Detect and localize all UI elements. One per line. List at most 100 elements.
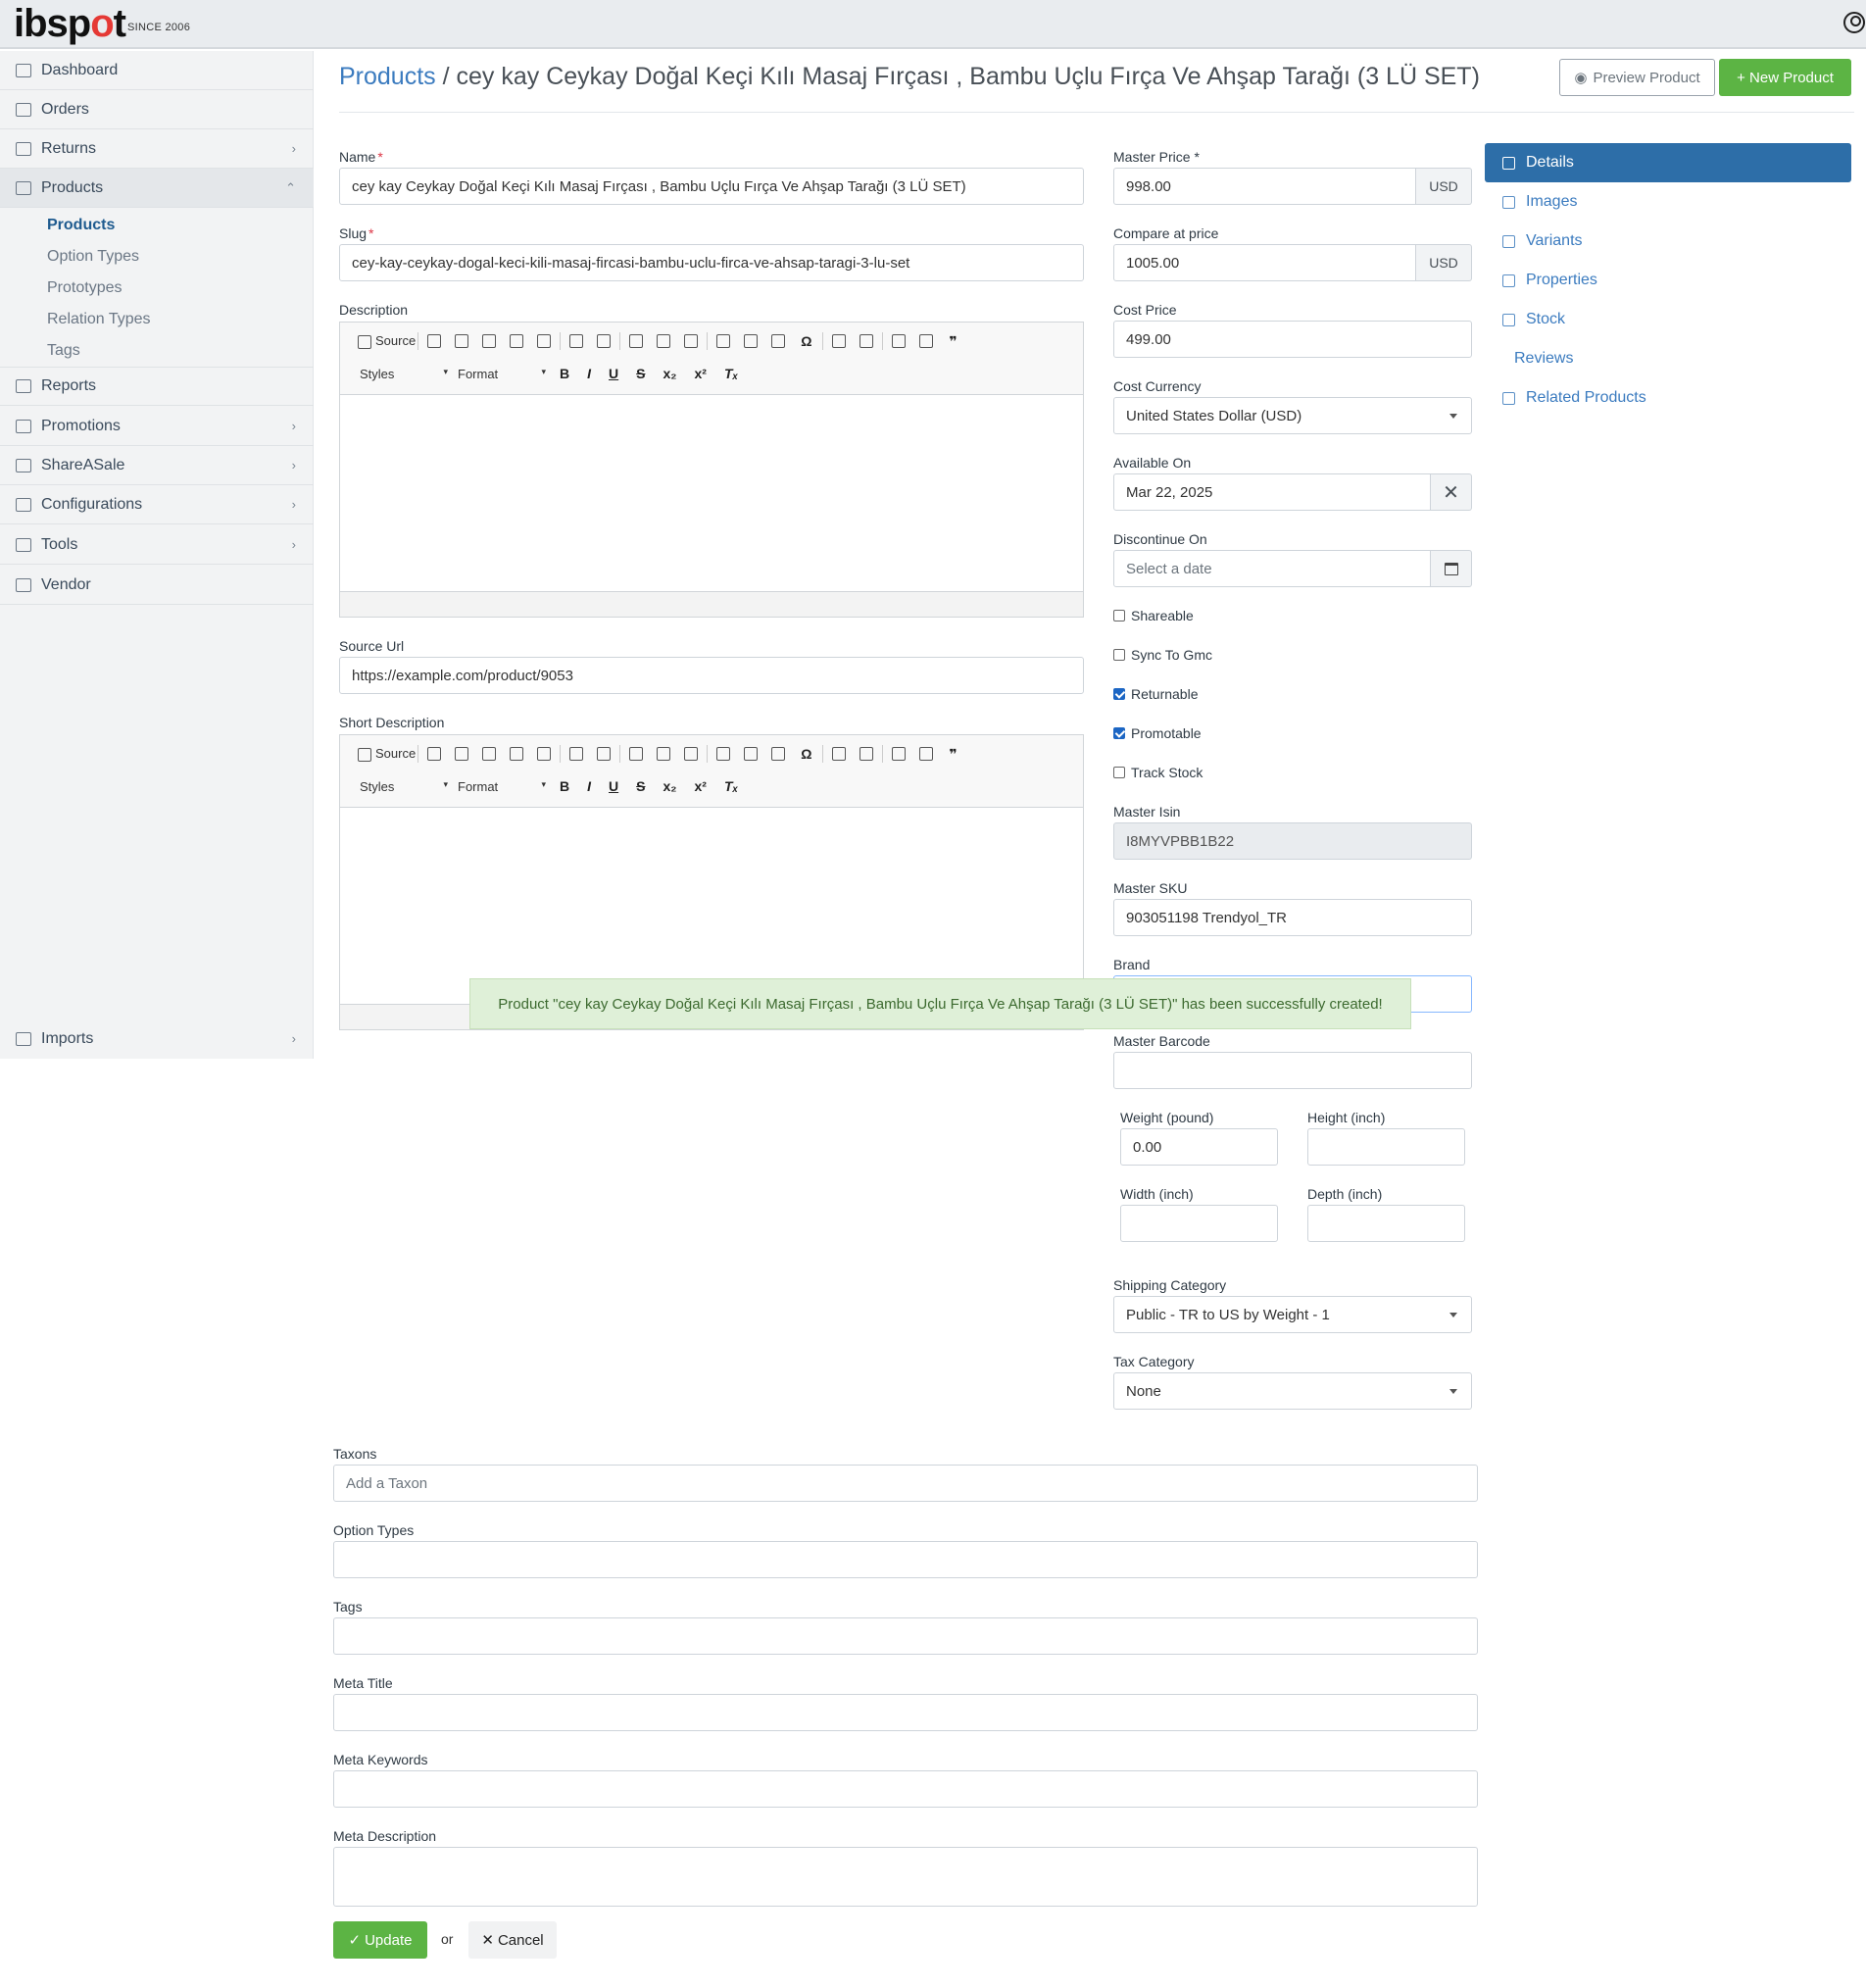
- master-barcode-input[interactable]: [1113, 1052, 1472, 1089]
- paste-word-icon[interactable]: [537, 747, 552, 761]
- sidebar-item-imports[interactable]: Imports ›: [0, 1019, 314, 1059]
- sidebar-item-dashboard[interactable]: Dashboard: [0, 51, 314, 90]
- numbered-list-icon[interactable]: [832, 334, 847, 348]
- sidebar-item-products[interactable]: Products ⌃: [0, 169, 314, 208]
- source-url-input[interactable]: https://example.com/product/9053: [339, 657, 1084, 694]
- compare-price-input[interactable]: 1005.00: [1113, 244, 1416, 281]
- tab-stock[interactable]: Stock: [1485, 300, 1851, 339]
- styles-dropdown[interactable]: Styles ▾: [360, 779, 448, 794]
- indent-icon[interactable]: [919, 747, 934, 761]
- calendar-icon[interactable]: [1431, 550, 1472, 587]
- italic-icon[interactable]: I: [587, 778, 591, 794]
- blockquote-icon[interactable]: ❞: [949, 333, 957, 350]
- bold-icon[interactable]: B: [560, 366, 569, 381]
- master-price-input[interactable]: 998.00: [1113, 168, 1416, 205]
- redo-icon[interactable]: [597, 747, 612, 761]
- bold-icon[interactable]: B: [560, 778, 569, 794]
- master-sku-input[interactable]: 903051198 Trendyol_TR: [1113, 899, 1472, 936]
- option-types-input[interactable]: [333, 1541, 1478, 1578]
- tab-properties[interactable]: Properties: [1485, 261, 1851, 300]
- paste-text-icon[interactable]: [510, 334, 524, 348]
- cut-icon[interactable]: [427, 334, 442, 348]
- paste-icon[interactable]: [482, 334, 497, 348]
- tab-images[interactable]: Images: [1485, 182, 1851, 222]
- link-icon[interactable]: [629, 334, 644, 348]
- image-icon[interactable]: [716, 334, 731, 348]
- undo-icon[interactable]: [569, 334, 584, 348]
- ibspot-logo[interactable]: ibspot: [14, 2, 126, 45]
- sidebar-item-promotions[interactable]: Promotions ›: [0, 407, 314, 446]
- depth-input[interactable]: [1307, 1205, 1465, 1242]
- cost-currency-select[interactable]: United States Dollar (USD): [1113, 397, 1472, 434]
- subscript-icon[interactable]: x₂: [663, 366, 676, 381]
- update-button[interactable]: ✓ Update: [333, 1921, 427, 1959]
- sidebar-sub-products[interactable]: Products: [47, 217, 115, 234]
- paste-word-icon[interactable]: [537, 334, 552, 348]
- breadcrumb-products-link[interactable]: Products: [339, 63, 436, 90]
- description-editor[interactable]: Source Ω ❞ Styles ▾ Format ▾ B I U Sx₂ x² Tₓ: [339, 322, 1084, 618]
- strike-icon[interactable]: S: [636, 778, 645, 794]
- blockquote-icon[interactable]: ❞: [949, 746, 957, 763]
- anchor-icon[interactable]: [684, 747, 699, 761]
- bulleted-list-icon[interactable]: [859, 747, 874, 761]
- meta-description-textarea[interactable]: [333, 1847, 1478, 1907]
- cost-price-input[interactable]: 499.00: [1113, 321, 1472, 358]
- discontinue-on-input[interactable]: Select a date: [1113, 550, 1431, 587]
- format-dropdown[interactable]: Format ▾: [458, 367, 546, 381]
- anchor-icon[interactable]: [684, 334, 699, 348]
- clear-date-icon[interactable]: ✕: [1431, 473, 1472, 511]
- sidebar-item-shareasale[interactable]: ShareASale ›: [0, 446, 314, 485]
- taxons-input[interactable]: Add a Taxon: [333, 1465, 1478, 1502]
- width-input[interactable]: [1120, 1205, 1278, 1242]
- subscript-icon[interactable]: x₂: [663, 778, 676, 794]
- copy-icon[interactable]: [455, 334, 469, 348]
- sidebar-sub-prototypes[interactable]: Prototypes: [47, 279, 122, 297]
- tags-input[interactable]: [333, 1617, 1478, 1655]
- superscript-icon[interactable]: x²: [695, 778, 707, 794]
- styles-dropdown[interactable]: Styles ▾: [360, 367, 448, 381]
- unlink-icon[interactable]: [657, 334, 671, 348]
- sidebar-sub-relation-types[interactable]: Relation Types: [47, 311, 151, 328]
- sidebar-item-vendor[interactable]: Vendor: [0, 566, 314, 605]
- strike-icon[interactable]: S: [636, 366, 645, 381]
- superscript-icon[interactable]: x²: [695, 366, 707, 381]
- underline-icon[interactable]: U: [609, 778, 618, 794]
- table-icon[interactable]: [744, 334, 759, 348]
- sidebar-sub-tags[interactable]: Tags: [47, 342, 80, 360]
- link-icon[interactable]: [629, 747, 644, 761]
- sidebar-item-orders[interactable]: Orders: [0, 90, 314, 129]
- numbered-list-icon[interactable]: [832, 747, 847, 761]
- tab-variants[interactable]: Variants: [1485, 222, 1851, 261]
- sidebar-item-reports[interactable]: Reports: [0, 367, 314, 406]
- remove-format-icon[interactable]: Tₓ: [724, 778, 738, 794]
- name-input[interactable]: cey kay Ceykay Doğal Keçi Kılı Masaj Fır…: [339, 168, 1084, 205]
- italic-icon[interactable]: I: [587, 366, 591, 381]
- slug-input[interactable]: cey-kay-ceykay-dogal-keci-kili-masaj-fir…: [339, 244, 1084, 281]
- preview-product-button[interactable]: ◉ Preview Product: [1559, 59, 1715, 96]
- paste-text-icon[interactable]: [510, 747, 524, 761]
- height-input[interactable]: [1307, 1128, 1465, 1166]
- copy-icon[interactable]: [455, 747, 469, 761]
- source-button[interactable]: Source: [354, 746, 416, 762]
- tab-details[interactable]: Details: [1485, 143, 1851, 182]
- sidebar-item-configurations[interactable]: Configurations ›: [0, 485, 314, 524]
- paste-icon[interactable]: [482, 747, 497, 761]
- outdent-icon[interactable]: [892, 747, 907, 761]
- sync-to-gmc-checkbox[interactable]: Sync To Gmc: [1113, 647, 1212, 663]
- meta-title-input[interactable]: [333, 1694, 1478, 1731]
- source-button[interactable]: Source: [354, 333, 416, 349]
- redo-icon[interactable]: [597, 334, 612, 348]
- outdent-icon[interactable]: [892, 334, 907, 348]
- sidebar-item-returns[interactable]: Returns ›: [0, 129, 314, 169]
- user-account-icon[interactable]: [1843, 12, 1865, 33]
- tax-category-select[interactable]: None: [1113, 1372, 1472, 1410]
- meta-keywords-input[interactable]: [333, 1770, 1478, 1808]
- image-icon[interactable]: [716, 747, 731, 761]
- special-char-icon[interactable]: Ω: [801, 333, 811, 349]
- underline-icon[interactable]: U: [609, 366, 618, 381]
- sidebar-item-tools[interactable]: Tools ›: [0, 525, 314, 565]
- hr-icon[interactable]: [771, 334, 786, 348]
- format-dropdown[interactable]: Format ▾: [458, 779, 546, 794]
- unlink-icon[interactable]: [657, 747, 671, 761]
- tab-related-products[interactable]: Related Products: [1485, 378, 1851, 418]
